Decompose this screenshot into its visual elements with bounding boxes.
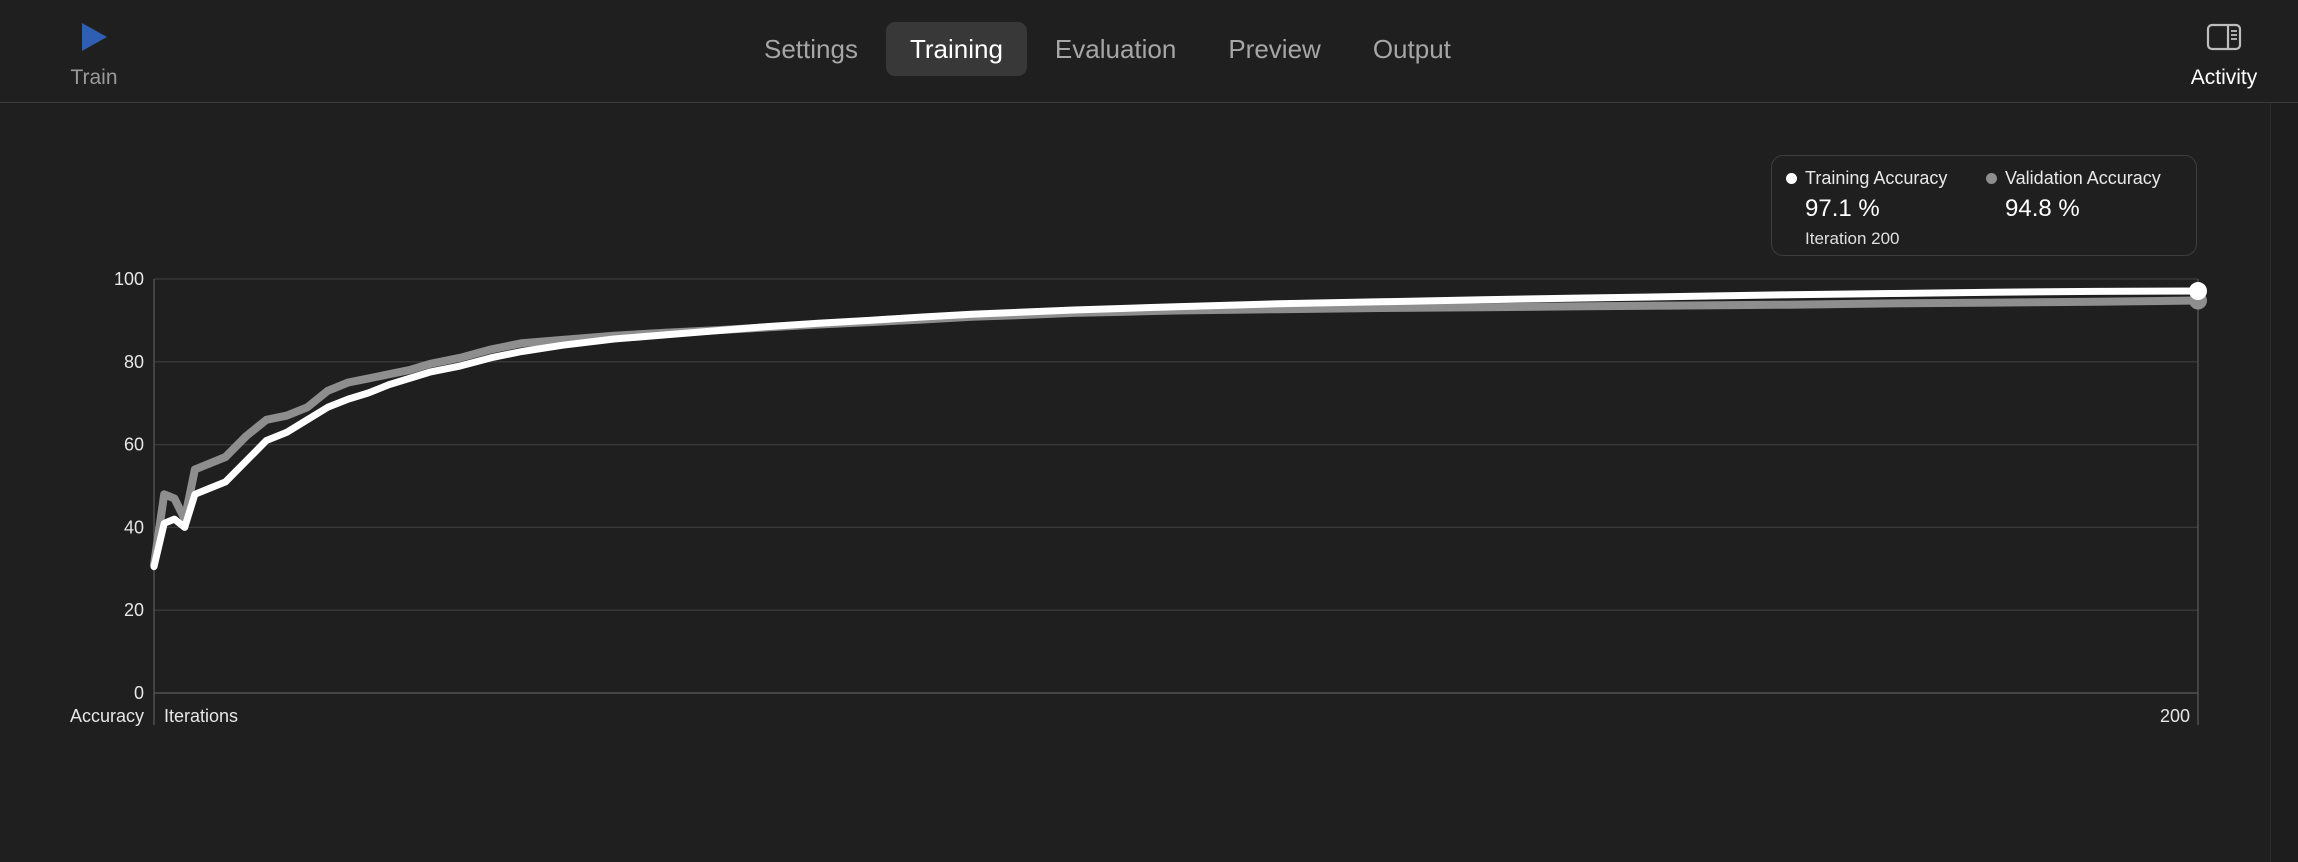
training-dot-icon	[1786, 173, 1797, 184]
y-tick-label: 40	[124, 517, 144, 537]
tab-bar: Settings Training Evaluation Preview Out…	[740, 22, 1479, 76]
legend-validation-label: Validation Accuracy	[2005, 168, 2161, 188]
train-label: Train	[70, 66, 118, 89]
legend-iteration: Iteration 200	[1805, 229, 1900, 248]
y-tick-label: 0	[134, 683, 144, 703]
y-tick-label: 100	[114, 269, 144, 289]
tab-preview[interactable]: Preview	[1204, 22, 1344, 76]
chart-legend: Training Accuracy 97.1 % Iteration 200 V…	[1771, 155, 2197, 256]
tab-output-label: Output	[1372, 33, 1451, 64]
tab-evaluation[interactable]: Evaluation	[1031, 22, 1200, 76]
y-tick-label: 20	[124, 600, 144, 620]
tab-evaluation-label: Evaluation	[1054, 33, 1177, 64]
activity-label: Activity	[2190, 66, 2258, 89]
legend-validation: Validation Accuracy 94.8 %	[1986, 156, 2161, 223]
training-end-point	[2189, 282, 2207, 301]
x-tick-label: 200	[2160, 706, 2190, 726]
legend-training-value: 97.1 %	[1805, 195, 1880, 222]
tab-settings-label: Settings	[764, 33, 858, 64]
toolbar: Train Settings Training Evaluation Previ…	[0, 0, 2298, 103]
activity-button[interactable]: Activity	[2174, 20, 2274, 96]
validation-dot-icon	[1986, 173, 1997, 184]
tab-preview-label: Preview	[1228, 33, 1321, 64]
tab-training-label: Training	[909, 33, 1003, 64]
training-chart: 0 20 40 60 80 100 Accuracy Iterations 200 Traini…	[0, 103, 2270, 862]
tab-output[interactable]: Output	[1349, 22, 1475, 76]
tab-settings[interactable]: Settings	[740, 22, 882, 76]
training-accuracy-line	[150, 287, 2202, 571]
tab-training[interactable]: Training	[885, 22, 1027, 76]
validation-accuracy-line	[150, 296, 2202, 569]
sidebar-icon	[2206, 20, 2242, 54]
legend-training-label: Training Accuracy	[1805, 168, 1948, 188]
train-button[interactable]: Train	[62, 20, 126, 96]
scrollbar[interactable]	[2270, 103, 2298, 862]
y-axis-title: Accuracy	[70, 706, 144, 726]
y-tick-label: 80	[124, 352, 144, 372]
x-axis-title: Iterations	[164, 706, 238, 726]
y-tick-label: 60	[124, 435, 144, 455]
legend-validation-value: 94.8 %	[2005, 195, 2080, 222]
play-icon	[77, 20, 111, 54]
legend-training: Training Accuracy 97.1 % Iteration 200	[1786, 156, 1947, 249]
